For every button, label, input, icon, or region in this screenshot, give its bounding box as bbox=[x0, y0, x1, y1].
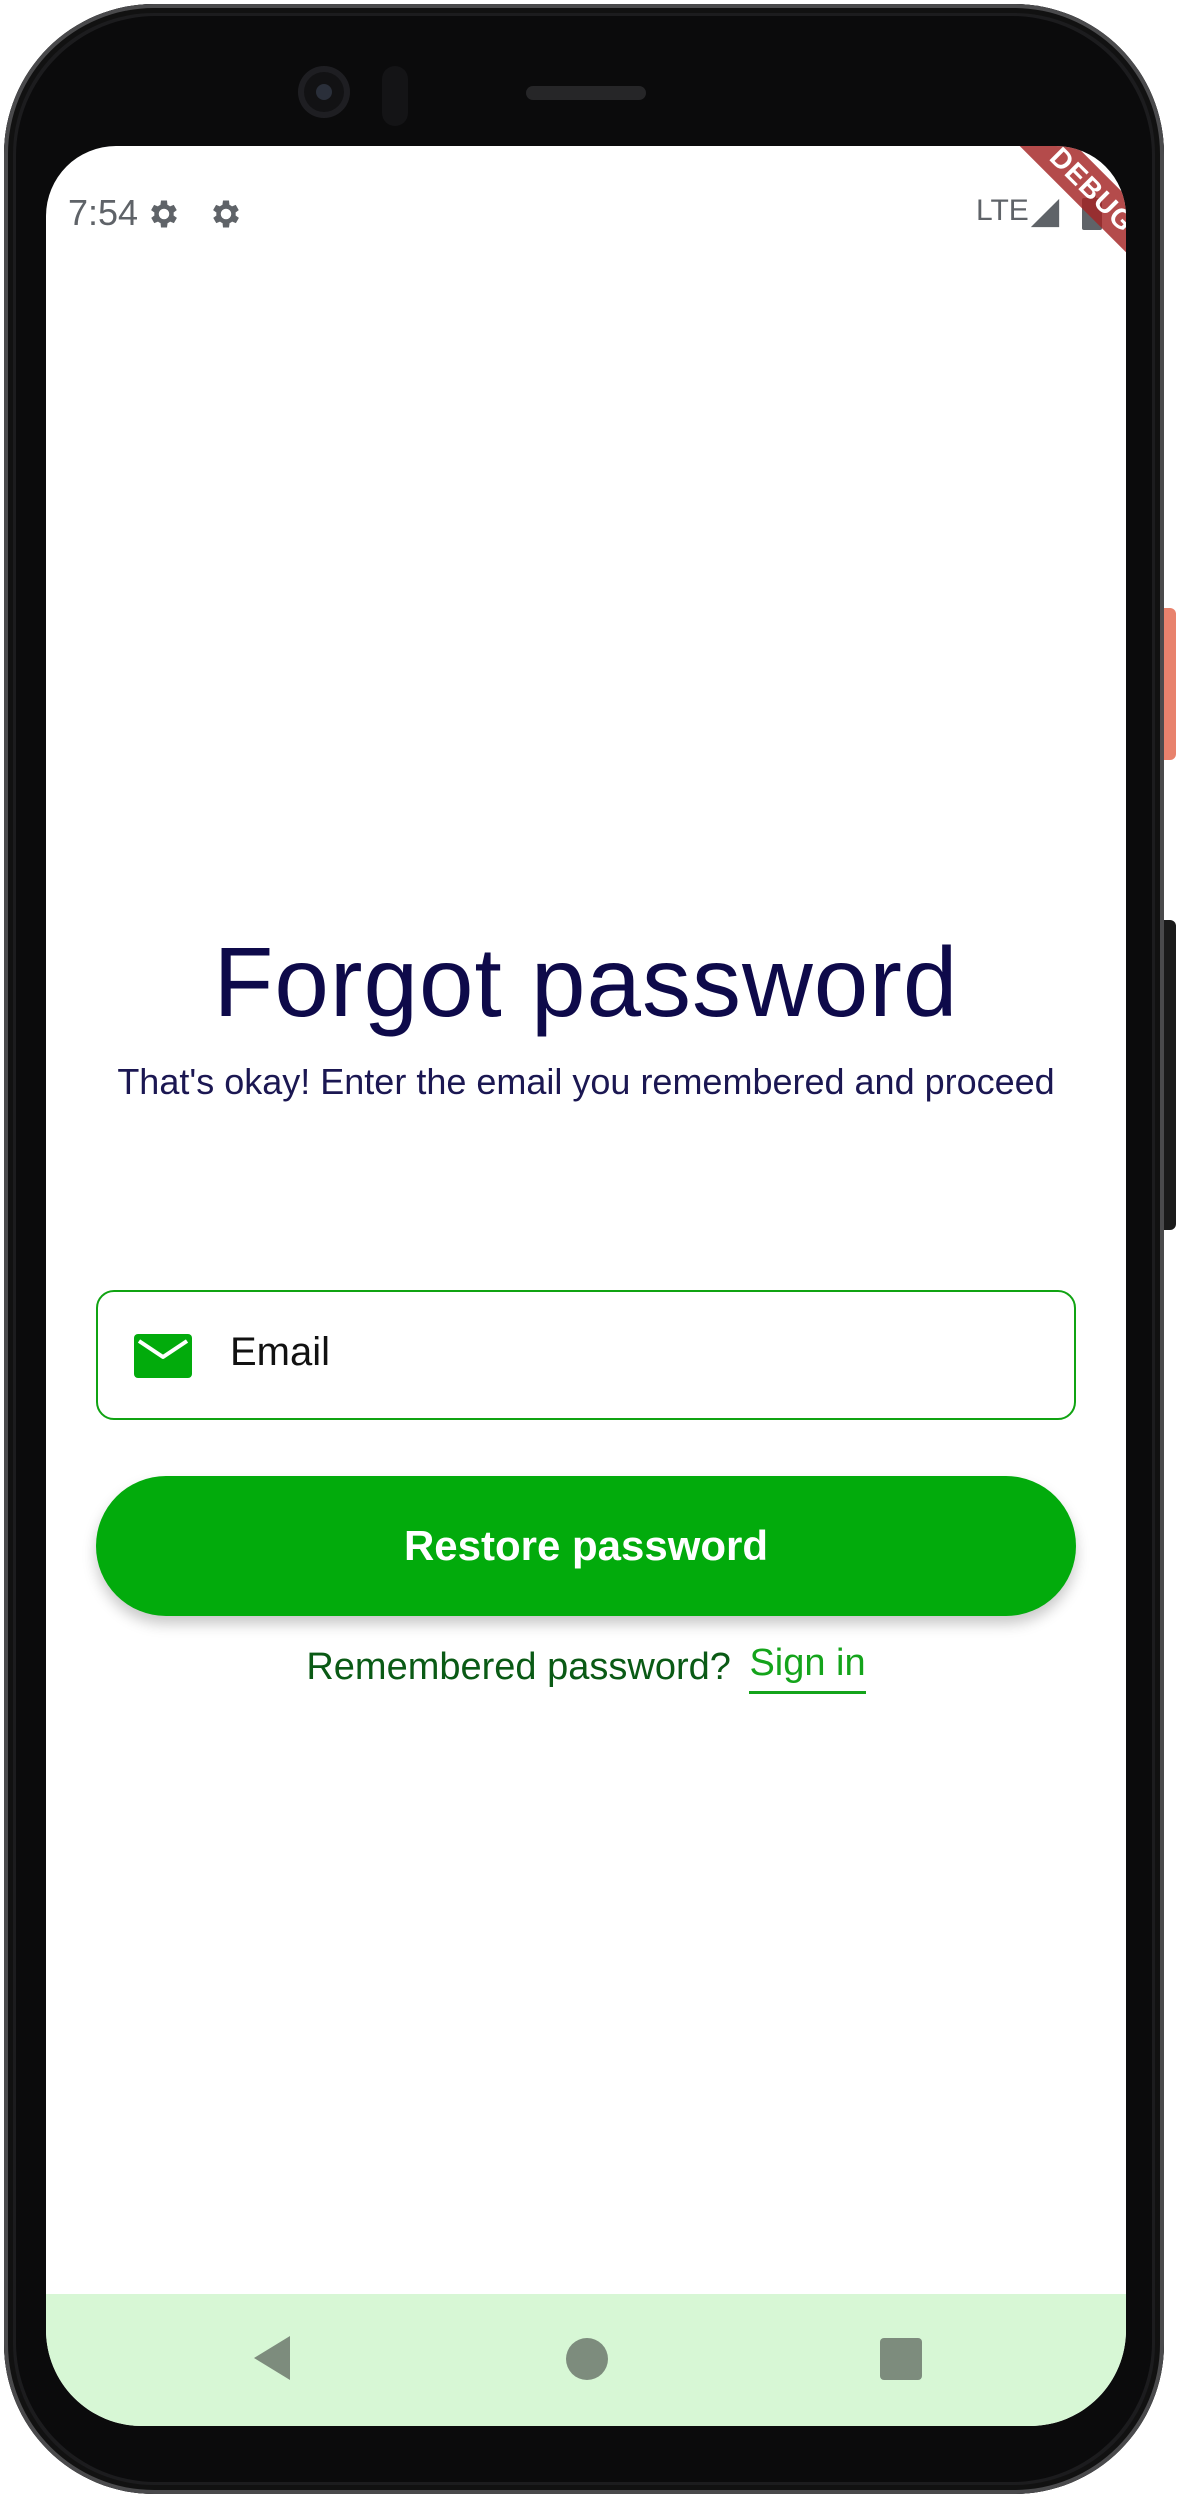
sign-in-prompt: Remembered password? Sign in bbox=[46, 1642, 1126, 1698]
remembered-password-text: Remembered password? bbox=[306, 1646, 731, 1688]
email-field[interactable]: Email bbox=[96, 1290, 1076, 1420]
volume-button[interactable] bbox=[1164, 920, 1176, 1230]
restore-password-button[interactable]: Restore password bbox=[96, 1476, 1076, 1616]
system-nav-bar bbox=[46, 2294, 1126, 2426]
front-camera bbox=[298, 66, 350, 118]
forgot-password-form: Forgot password That's okay! Enter the e… bbox=[46, 146, 1126, 2286]
email-placeholder: Email bbox=[230, 1330, 331, 1374]
page-title: Forgot password bbox=[213, 927, 959, 1037]
power-button[interactable] bbox=[1164, 608, 1176, 760]
recents-icon[interactable] bbox=[880, 2338, 922, 2380]
proximity-sensor bbox=[382, 66, 408, 126]
back-icon[interactable] bbox=[250, 2334, 294, 2382]
mail-icon bbox=[134, 1334, 192, 1378]
page-subtitle: That's okay! Enter the email you remembe… bbox=[117, 1061, 1055, 1102]
earpiece-speaker bbox=[526, 86, 646, 100]
phone-device: 7:54 LTE DEBUG Forgot password That's ok… bbox=[0, 0, 1178, 2498]
sign-in-link[interactable]: Sign in bbox=[749, 1642, 866, 1694]
app-screen: 7:54 LTE DEBUG Forgot password That's ok… bbox=[46, 146, 1126, 2426]
home-icon[interactable] bbox=[566, 2338, 608, 2380]
